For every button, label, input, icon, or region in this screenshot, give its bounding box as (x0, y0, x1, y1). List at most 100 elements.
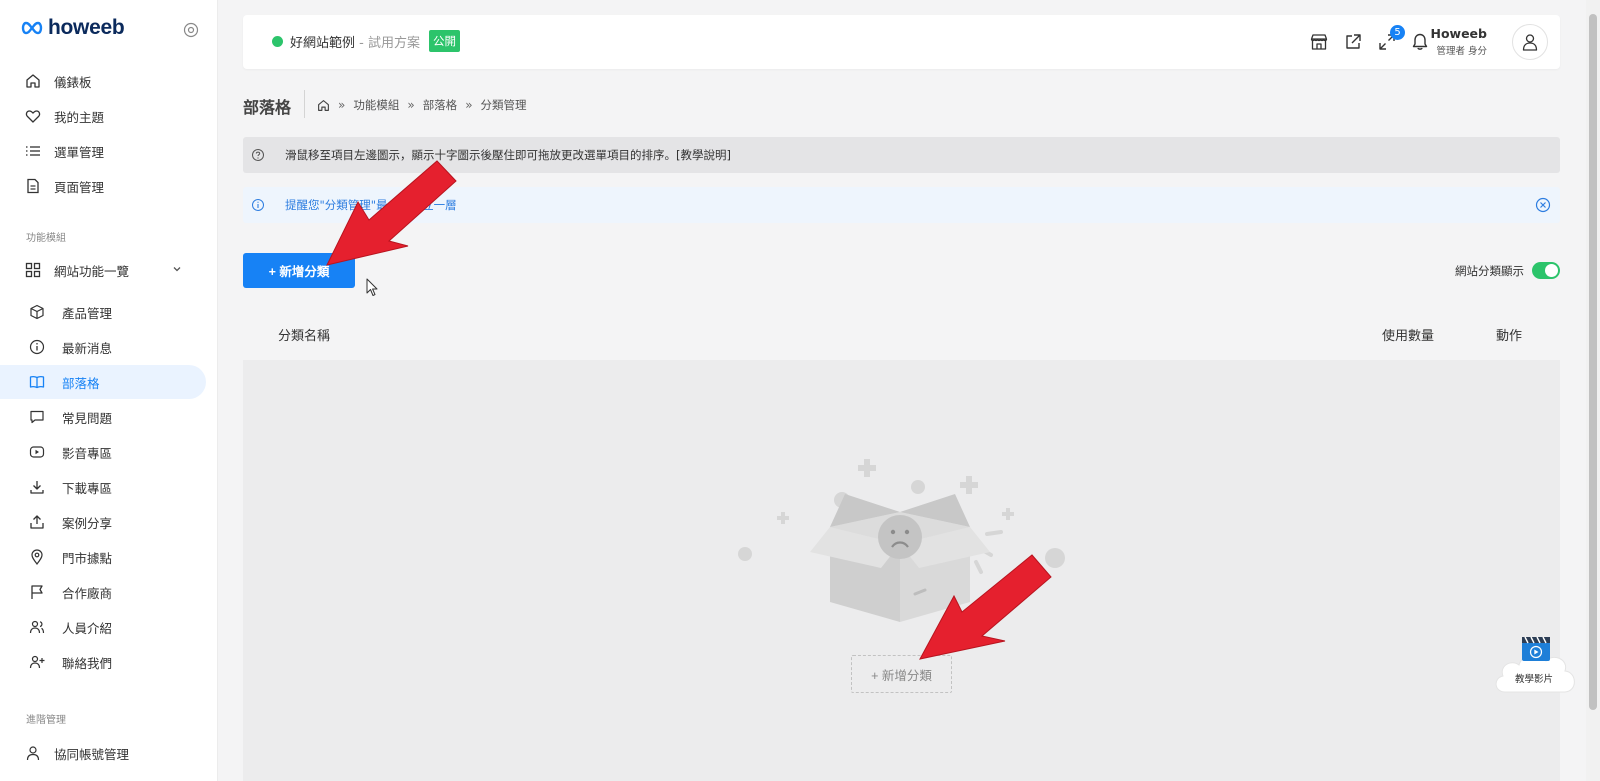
document-icon (24, 177, 42, 195)
column-header-actions: 動作 (1496, 329, 1523, 344)
add-category-button[interactable]: + 新增分類 (243, 253, 355, 288)
breadcrumb-item[interactable]: 部落格 (423, 97, 458, 113)
column-header-category-name: 分類名稱 (278, 329, 331, 344)
user-role: 管理者 身分 (1436, 46, 1487, 57)
breadcrumb-item-current: 分類管理 (480, 98, 527, 112)
site-name: 好網站範例 (290, 36, 356, 51)
notification-count-badge: 5 (1390, 25, 1405, 40)
category-display-toggle[interactable] (1532, 262, 1560, 279)
user-avatar-icon (1522, 34, 1538, 51)
sidebar-item-stores[interactable]: 門市據點 (0, 540, 206, 574)
avatar[interactable] (1512, 24, 1548, 60)
user-icon (24, 744, 42, 762)
sidebar-item-team[interactable]: 人員介紹 (0, 610, 206, 644)
category-limit-notice: 提醒您"分類管理"最多可建立一層 (243, 187, 1560, 223)
page-scrollbar[interactable] (1586, 0, 1600, 781)
home-icon (24, 72, 42, 90)
sidebar-item-contact[interactable]: 聯絡我們 (0, 645, 206, 679)
sidebar-item-products[interactable]: 產品管理 (0, 295, 206, 329)
sidebar-item-label: 下載專區 (62, 480, 113, 496)
sidebar-item-label: 案例分享 (62, 515, 113, 531)
sidebar-item-dashboard[interactable]: 儀錶板 (0, 64, 206, 98)
section-label-modules: 功能模組 (26, 233, 66, 244)
info-icon (28, 338, 46, 356)
sidebar-item-cases[interactable]: 案例分享 (0, 505, 206, 539)
logo-text: howeeb (48, 16, 125, 39)
book-icon (28, 373, 46, 391)
section-label-admin: 進階管理 (26, 715, 66, 726)
sidebar-item-label: 人員介紹 (62, 620, 113, 636)
close-icon[interactable] (1535, 197, 1551, 213)
sidebar-group-site-features[interactable]: 網站功能一覽 (0, 253, 206, 287)
share-icon (28, 513, 46, 531)
sidebar-item-partners[interactable]: 合作廠商 (0, 575, 206, 609)
breadcrumb-separator-icon: » (465, 98, 473, 112)
info-icon (252, 199, 264, 211)
sidebar-item-collab-accounts[interactable]: 協同帳號管理 (0, 736, 206, 770)
site-title[interactable]: 好網站範例 - 試用方案 (290, 32, 420, 51)
sidebar-item-pages[interactable]: 頁面管理 (0, 169, 206, 203)
sidebar-item-faq[interactable]: 常見問題 (0, 400, 206, 434)
sidebar-item-label: 聯絡我們 (62, 655, 113, 671)
sidebar-item-label: 頁面管理 (54, 179, 105, 195)
user-plus-icon (28, 653, 46, 671)
breadcrumb-item[interactable]: 功能模組 (353, 97, 399, 113)
tip-text: 滑鼠移至項目左邊圖示，顯示十字圖示後壓住即可拖放更改選單項目的排序。[教學說明] (285, 148, 731, 162)
sidebar-item-label: 最新消息 (62, 340, 113, 356)
flag-icon (28, 583, 46, 601)
download-icon (28, 478, 46, 496)
sidebar-item-label: 選單管理 (54, 144, 105, 160)
scrollbar-thumb[interactable] (1589, 14, 1597, 710)
store-icon[interactable] (1309, 32, 1329, 52)
tutorial-video-label: 教學影片 (1514, 674, 1553, 685)
sidebar-item-downloads[interactable]: 下載專區 (0, 470, 206, 504)
empty-add-category-button[interactable]: + 新增分類 (851, 655, 952, 693)
sidebar: howeeb 儀錶板 我的主題 選單管理 頁面管理 功能模組 網站功能一覽 產品… (0, 0, 218, 781)
site-separator: - (355, 36, 368, 51)
user-name: Howeeb (1430, 26, 1487, 41)
column-header-usage-count: 使用數量 (1382, 329, 1435, 344)
grid-icon (24, 261, 42, 279)
sidebar-item-blog[interactable]: 部落格 (0, 365, 206, 399)
external-link-icon[interactable] (1343, 32, 1363, 52)
site-status-dot (272, 36, 283, 47)
sidebar-item-label: 儀錶板 (54, 74, 92, 90)
breadcrumb-separator-icon: » (407, 98, 415, 112)
sidebar-item-label: 影音專區 (62, 445, 113, 461)
home-icon[interactable] (317, 99, 330, 112)
tutorial-video-button[interactable] (1489, 634, 1579, 704)
chat-icon (28, 408, 46, 426)
sidebar-item-label: 常見問題 (62, 410, 113, 426)
breadcrumb: » 功能模組 » 部落格 » 分類管理 (317, 97, 527, 113)
notice-text: 提醒您"分類管理"最多可建立一層 (285, 198, 457, 212)
chevron-down-icon (173, 267, 181, 272)
category-display-label: 網站分類顯示 (1455, 264, 1524, 278)
video-icon (28, 443, 46, 461)
sidebar-collapse-icon[interactable] (183, 22, 199, 38)
mouse-cursor-icon (366, 278, 378, 296)
howeeb-logo[interactable]: howeeb (20, 16, 125, 40)
sidebar-item-label: 我的主題 (54, 109, 105, 125)
sidebar-item-label: 門市據點 (62, 550, 113, 566)
sidebar-item-news[interactable]: 最新消息 (0, 330, 206, 364)
list-icon (24, 142, 42, 160)
map-pin-icon (28, 548, 46, 566)
help-circle-icon (252, 149, 264, 161)
sidebar-item-label: 合作廠商 (62, 585, 113, 601)
heart-icon (24, 107, 42, 125)
sidebar-item-label: 協同帳號管理 (54, 746, 130, 762)
sidebar-item-label: 部落格 (62, 375, 100, 391)
sidebar-item-menus[interactable]: 選單管理 (0, 134, 206, 168)
title-divider (304, 90, 305, 118)
sidebar-item-label: 產品管理 (62, 305, 113, 321)
site-plan: 試用方案 (367, 36, 420, 51)
page-title: 部落格 (243, 98, 292, 117)
empty-box-illustration (738, 459, 1065, 622)
sidebar-item-themes[interactable]: 我的主題 (0, 99, 206, 133)
users-icon (28, 618, 46, 636)
sidebar-group-label: 網站功能一覽 (54, 263, 130, 279)
drag-sort-tip: 滑鼠移至項目左邊圖示，顯示十字圖示後壓住即可拖放更改選單項目的排序。[教學說明] (243, 137, 1560, 173)
breadcrumb-separator-icon: » (338, 98, 346, 112)
sidebar-item-videos[interactable]: 影音專區 (0, 435, 206, 469)
top-bar: 好網站範例 - 試用方案 公開 5 Howeeb 管理者 身分 (243, 15, 1560, 69)
